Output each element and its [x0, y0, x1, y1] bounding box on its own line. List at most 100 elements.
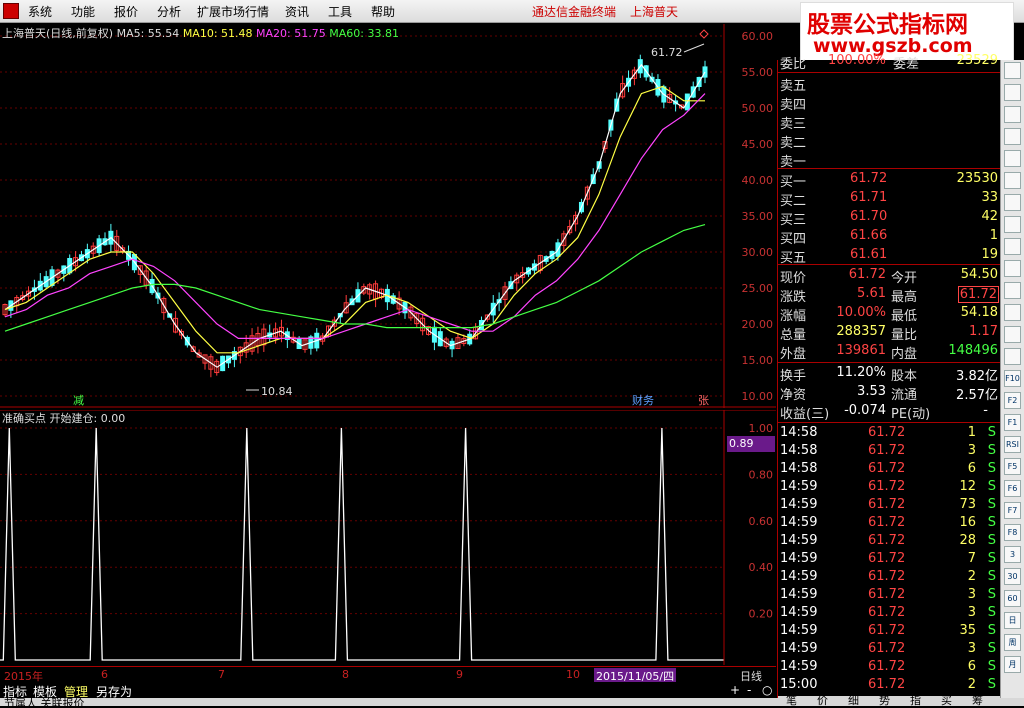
app-logo-icon[interactable]	[3, 3, 19, 19]
stat-value: 61.72	[957, 286, 999, 303]
toolbar-button[interactable]: RSI	[1004, 436, 1021, 453]
toolbar-button[interactable]: F8	[1004, 524, 1021, 541]
low-label: 10.84	[261, 385, 293, 398]
stat-row: 涨跌 5.61 最高 61.72	[778, 285, 1000, 305]
arrow-up-icon[interactable]	[1004, 62, 1021, 79]
toolbar-button[interactable]: F5	[1004, 458, 1021, 475]
stat-label: 涨幅	[780, 309, 807, 324]
sell-level-row: 卖四	[778, 93, 1000, 113]
toolbar-button[interactable]: F1	[1004, 414, 1021, 431]
toolbar-button[interactable]: 30	[1004, 568, 1021, 585]
tick-time: 14:59	[780, 515, 818, 530]
menu-help[interactable]: 帮助	[371, 3, 395, 20]
indicator-chart[interactable]: 1.00 0.80 0.60 0.40 0.20	[0, 410, 776, 665]
stat-value: 3.82亿	[956, 369, 998, 384]
buy-level-row: 买三 61.70 42	[778, 208, 1000, 228]
toolbar-button[interactable]: 3	[1004, 546, 1021, 563]
stat-value: 54.18	[960, 305, 998, 320]
link-icon[interactable]	[1004, 304, 1021, 321]
stat-label: 最高	[891, 290, 918, 305]
cursor-icon[interactable]	[1004, 238, 1021, 255]
compass-icon[interactable]	[1004, 282, 1021, 299]
stat-label: 股本	[891, 369, 918, 384]
divider	[778, 168, 1000, 169]
toolbar-button[interactable]: 月	[1004, 656, 1021, 673]
buy-level-volume: 1	[989, 228, 998, 243]
tick-volume: 35	[959, 623, 976, 638]
sort-icon[interactable]	[1004, 348, 1021, 365]
stat-value: -0.074	[844, 403, 886, 418]
tick-volume: 28	[959, 533, 976, 548]
zoom-in-button[interactable]: +	[730, 683, 740, 697]
tick-price: 61.72	[868, 551, 906, 566]
menu-extended-market[interactable]: 扩展市场行情	[197, 3, 269, 20]
tick-side: S	[987, 479, 996, 494]
tick-side: S	[987, 461, 996, 476]
tick-row: 14:59 61.72 28 S	[778, 532, 1000, 551]
tick-time: 14:59	[780, 533, 818, 548]
menu-function[interactable]: 功能	[71, 3, 95, 20]
y-tick-label: 45.00	[742, 138, 774, 151]
menu-info[interactable]: 资讯	[285, 3, 309, 20]
candle-icon[interactable]	[1004, 172, 1021, 189]
terminal-name: 通达信金融终端	[532, 5, 617, 19]
stat-value: 148496	[948, 343, 998, 358]
line-chart-icon[interactable]	[1004, 150, 1021, 167]
date-label: 10	[566, 668, 580, 681]
tick-price: 61.72	[868, 515, 906, 530]
tick-row: 14:59 61.72 2 S	[778, 568, 1000, 587]
stat-value: 61.72	[848, 267, 886, 282]
pie-icon[interactable]	[1004, 260, 1021, 277]
menu-quote[interactable]: 报价	[114, 3, 138, 20]
tick-row: 14:59 61.72 3 S	[778, 640, 1000, 659]
order-ratio-row: 委比 100.00% 委差 23529	[778, 52, 1000, 72]
menu-system[interactable]: 系统	[28, 3, 52, 20]
reset-button[interactable]: ○	[762, 683, 772, 697]
tick-volume: 2	[967, 569, 976, 584]
menu-tools[interactable]: 工具	[328, 3, 352, 20]
tick-row: 14:58 61.72 1 S	[778, 424, 1000, 443]
tick-price: 61.72	[868, 533, 906, 548]
quote-tabs: 笔价细势指买筹	[778, 694, 1000, 707]
order-diff-value: 23529	[956, 53, 998, 68]
stat-row: 换手 11.20% 股本 3.82亿	[778, 364, 1000, 384]
tick-side: S	[987, 641, 996, 656]
main-grid	[0, 35, 724, 397]
zoom-out-button[interactable]: -	[747, 683, 751, 697]
toolbar-button[interactable]: 日	[1004, 612, 1021, 629]
list-icon[interactable]	[1004, 326, 1021, 343]
toolbar-button[interactable]: 60	[1004, 590, 1021, 607]
arrow-down-icon[interactable]	[1004, 84, 1021, 101]
tick-side: S	[987, 497, 996, 512]
tick-time: 14:59	[780, 587, 818, 602]
divider	[778, 72, 1000, 73]
indicator-grid	[0, 427, 724, 615]
tick-volume: 7	[967, 551, 976, 566]
tick-volume: 16	[959, 515, 976, 530]
tick-price: 61.72	[868, 569, 906, 584]
tick-side: S	[987, 551, 996, 566]
ma-line-ma10	[4, 85, 705, 354]
toolbar-button[interactable]: F6	[1004, 480, 1021, 497]
y-tick-label: 20.00	[742, 318, 774, 331]
toolbar-button[interactable]: F2	[1004, 392, 1021, 409]
chart-icon[interactable]	[1004, 106, 1021, 123]
tick-volume: 12	[959, 479, 976, 494]
tick-time: 14:59	[780, 569, 818, 584]
toolbar-button[interactable]: 周	[1004, 634, 1021, 651]
grid-icon[interactable]	[1004, 216, 1021, 233]
sell-level-label: 卖四	[780, 98, 807, 113]
table-icon[interactable]	[1004, 194, 1021, 211]
stat-row: 外盘 139861 内盘 148496	[778, 342, 1000, 362]
bars-icon[interactable]	[1004, 128, 1021, 145]
sell-level-label: 卖三	[780, 117, 807, 132]
y-tick-label: 55.00	[742, 66, 774, 79]
stat-label: 换手	[780, 369, 807, 384]
toolbar-button[interactable]: F7	[1004, 502, 1021, 519]
divider	[778, 362, 1000, 363]
tick-volume: 1	[967, 425, 976, 440]
menu-analysis[interactable]: 分析	[157, 3, 181, 20]
toolbar-button[interactable]: F10	[1004, 370, 1021, 387]
indicator-title: 准确买点 开始建仓: 0.00	[2, 412, 126, 425]
candlestick-chart[interactable]: 60.00 55.00 50.00 45.00 40.00 35.00 30.00 25.00…	[0, 24, 776, 408]
